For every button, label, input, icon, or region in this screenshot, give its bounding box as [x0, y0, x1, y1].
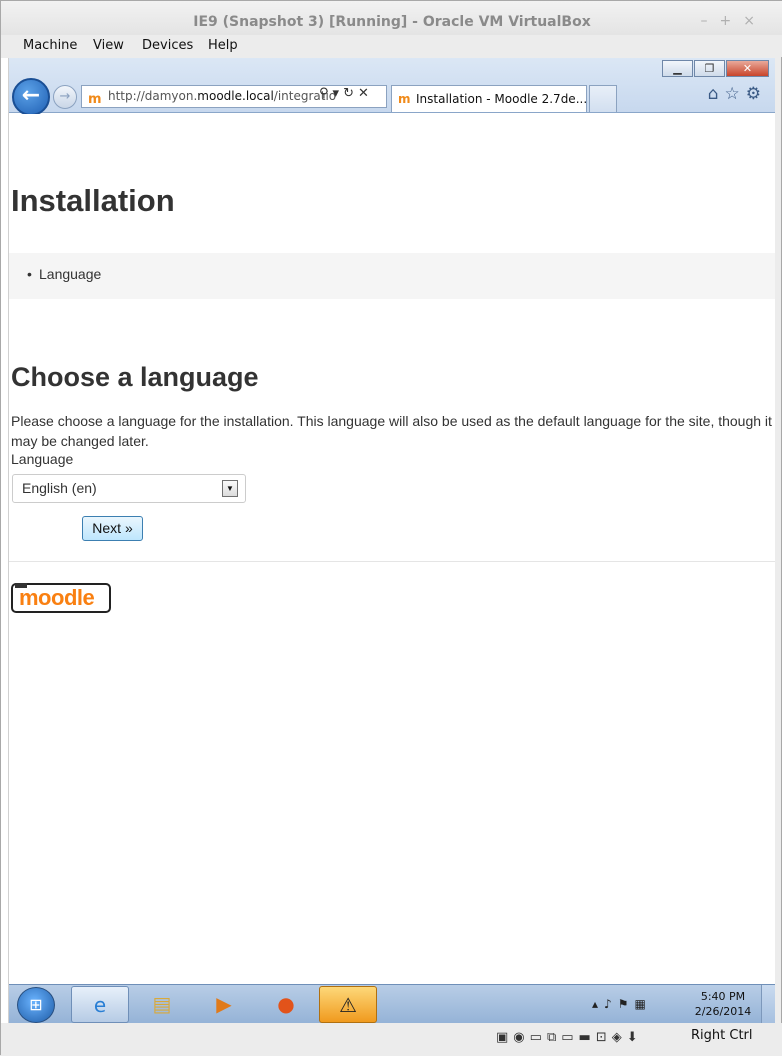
clock[interactable]: 5:40 PM 2/26/2014: [691, 989, 755, 1019]
shared-folder-icon[interactable]: ▭: [561, 1030, 578, 1045]
window-title: IE9 (Snapshot 3) [Running] - Oracle VM V…: [1, 1, 782, 35]
new-tab-button[interactable]: [589, 85, 617, 112]
dropdown-icon[interactable]: ▾: [333, 86, 344, 101]
display-icon[interactable]: ▬: [579, 1030, 596, 1045]
tab-title: Installation - Moodle 2.7de...: [416, 92, 587, 106]
menu-help[interactable]: Help: [208, 38, 238, 53]
firefox-icon[interactable]: ●: [257, 986, 315, 1023]
address-tools: ⚲▾↻✕: [319, 86, 373, 101]
chevron-down-icon[interactable]: ▼: [222, 480, 238, 497]
home-icon[interactable]: ⌂: [708, 84, 725, 104]
tools-icon[interactable]: ⚙: [746, 84, 767, 104]
system-tray: ▴♪⚑▦: [592, 997, 652, 1011]
graduation-cap-icon: [15, 583, 27, 588]
favorites-icon[interactable]: ☆: [725, 84, 746, 104]
clock-time: 5:40 PM: [700, 990, 746, 1003]
status-icons: ▣◉▭⧉▭▬⊡◈⬇: [496, 1030, 643, 1045]
usb-icon[interactable]: ⊡: [596, 1030, 612, 1045]
moodle-favicon-icon: m: [398, 92, 411, 106]
windows-taskbar: ⊞ e ▤ ▶ ● ⚠ ▴♪⚑▦ 5:40 PM 2/26/2014: [9, 984, 775, 1023]
forward-icon[interactable]: →: [53, 85, 77, 109]
language-select[interactable]: English (en) ▼: [12, 474, 246, 503]
explorer-icon[interactable]: ▤: [133, 986, 191, 1023]
clock-date: 2/26/2014: [694, 1005, 752, 1018]
show-desktop-button[interactable]: [761, 985, 775, 1023]
optical-drive-icon[interactable]: ◉: [513, 1030, 529, 1045]
virtualbox-statusbar: ▣◉▭⧉▭▬⊡◈⬇ Right Ctrl: [1, 1023, 782, 1056]
restore-button[interactable]: ❐: [694, 60, 725, 77]
floppy-icon[interactable]: ▭: [530, 1030, 547, 1045]
guest-left-edge: [1, 58, 9, 1023]
breadcrumb-item-language: Language: [27, 266, 101, 282]
logo-text: moodle: [19, 585, 95, 610]
address-domain: moodle.local: [197, 89, 274, 103]
media-player-icon[interactable]: ▶: [195, 986, 253, 1023]
web-page: Installation Language Choose a language …: [9, 114, 775, 984]
menu-machine[interactable]: Machine: [23, 38, 77, 53]
mouse-integration-icon[interactable]: ◈: [612, 1030, 627, 1045]
intro-text: Please choose a language for the install…: [11, 413, 772, 449]
minimize-button[interactable]: ▁: [662, 60, 693, 77]
window-controls[interactable]: –+×: [701, 13, 767, 29]
menu-view[interactable]: View: [93, 38, 124, 53]
page-title: Installation: [11, 183, 175, 218]
moodle-logo[interactable]: moodle: [11, 583, 111, 613]
ie-icon[interactable]: e: [71, 986, 129, 1023]
network-adapter-icon[interactable]: ⧉: [547, 1030, 561, 1045]
browser-tab[interactable]: m Installation - Moodle 2.7de...: [391, 85, 587, 112]
virtualbox-window: IE9 (Snapshot 3) [Running] - Oracle VM V…: [0, 0, 782, 1056]
ie-window-buttons: ▁ ❐ ✕: [661, 60, 769, 77]
tray-arrow-icon[interactable]: ▴: [592, 997, 604, 1011]
virtualbox-menubar: Machine View Devices Help: [1, 35, 782, 57]
warning-icon[interactable]: ⚠: [319, 986, 377, 1023]
ie-command-icons: ⌂☆⚙: [708, 84, 767, 104]
menu-devices[interactable]: Devices: [142, 38, 193, 53]
host-key-label: Right Ctrl: [691, 1028, 753, 1043]
network-icon[interactable]: ▦: [634, 997, 651, 1011]
section-heading: Choose a language: [11, 362, 259, 392]
search-icon[interactable]: ⚲: [319, 86, 333, 101]
back-icon[interactable]: ←: [12, 78, 50, 116]
footer-divider: [9, 561, 775, 562]
browser-toolbar: ▁ ❐ ✕ ← → m http://damyon.moodle.local/in…: [9, 58, 775, 116]
refresh-icon[interactable]: ↻: [343, 86, 358, 101]
action-center-icon[interactable]: ⚑: [618, 997, 635, 1011]
stop-icon[interactable]: ✕: [358, 86, 373, 101]
start-icon[interactable]: ⊞: [17, 987, 55, 1023]
address-prefix: http://damyon.: [108, 89, 198, 103]
breadcrumb: Language: [9, 253, 775, 299]
close-button[interactable]: ✕: [726, 60, 769, 77]
next-button[interactable]: Next »: [82, 516, 143, 541]
hdd-icon[interactable]: ▣: [496, 1030, 513, 1045]
host-key-icon[interactable]: ⬇: [627, 1030, 643, 1045]
guest-screen: ▁ ❐ ✕ ← → m http://damyon.moodle.local/in…: [9, 58, 775, 1023]
volume-icon[interactable]: ♪: [604, 997, 618, 1011]
language-label: Language: [11, 451, 74, 467]
moodle-favicon-icon: m: [88, 92, 102, 107]
language-selected-value: English (en): [22, 480, 97, 496]
